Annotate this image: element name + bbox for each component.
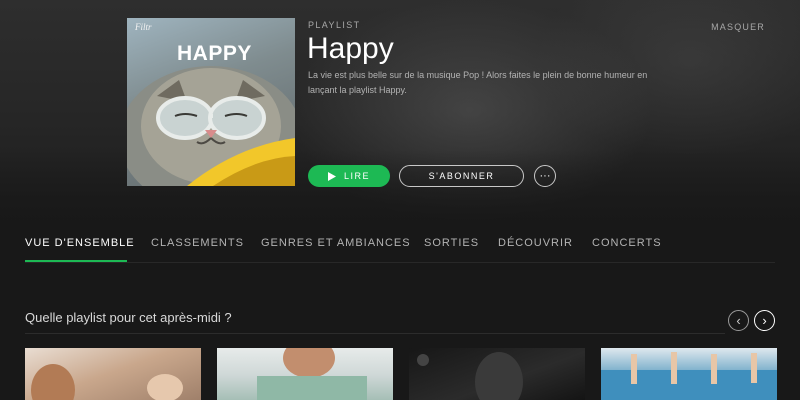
playlist-card[interactable] [409, 348, 585, 400]
play-button-label: LIRE [343, 171, 370, 181]
section-title: Quelle playlist pour cet après-midi ? [25, 310, 232, 325]
carousel-prev-button[interactable]: ‹ [728, 310, 749, 331]
play-button[interactable]: LIRE [308, 165, 390, 187]
cover-title: HAPPY [177, 42, 252, 65]
playlist-title: Happy [307, 32, 394, 65]
card-image [417, 352, 523, 400]
active-tab-indicator [25, 260, 127, 262]
chevron-right-icon: › [762, 313, 767, 328]
tab-genres-moods[interactable]: GENRES ET AMBIANCES [261, 237, 411, 249]
chevron-left-icon: ‹ [736, 313, 741, 328]
carousel-next-button[interactable]: › [754, 310, 775, 331]
playlist-card[interactable] [25, 348, 201, 400]
card-image [257, 348, 367, 400]
follow-button-label: S'ABONNER [428, 171, 495, 181]
tab-charts[interactable]: CLASSEMENTS [151, 237, 244, 249]
playlist-description: La vie est plus belle sur de la musique … [308, 70, 648, 95]
playlist-type-label: PLAYLIST [308, 20, 361, 30]
more-icon: ··· [539, 169, 551, 182]
card-image [601, 352, 777, 400]
tab-concerts[interactable]: CONCERTS [592, 237, 662, 249]
browse-tabs: VUE D'ENSEMBLE CLASSEMENTS GENRES ET AMB… [25, 230, 775, 263]
play-icon [327, 171, 336, 181]
hide-header-link[interactable]: MASQUER [711, 22, 765, 32]
more-options-button[interactable]: ··· [534, 165, 556, 187]
playlist-cover-image[interactable]: Filtr HAPPY [127, 18, 295, 186]
card-image [31, 364, 183, 400]
playlist-card[interactable] [217, 348, 393, 400]
section-divider [25, 333, 725, 334]
cover-brand-logo: Filtr [135, 22, 152, 32]
tab-discover[interactable]: DÉCOUVRIR [498, 237, 573, 249]
tab-overview[interactable]: VUE D'ENSEMBLE [25, 237, 135, 249]
tab-new-releases[interactable]: SORTIES [424, 237, 479, 249]
header-fade [0, 150, 800, 230]
follow-button[interactable]: S'ABONNER [399, 165, 524, 187]
playlist-card[interactable] [601, 348, 777, 400]
